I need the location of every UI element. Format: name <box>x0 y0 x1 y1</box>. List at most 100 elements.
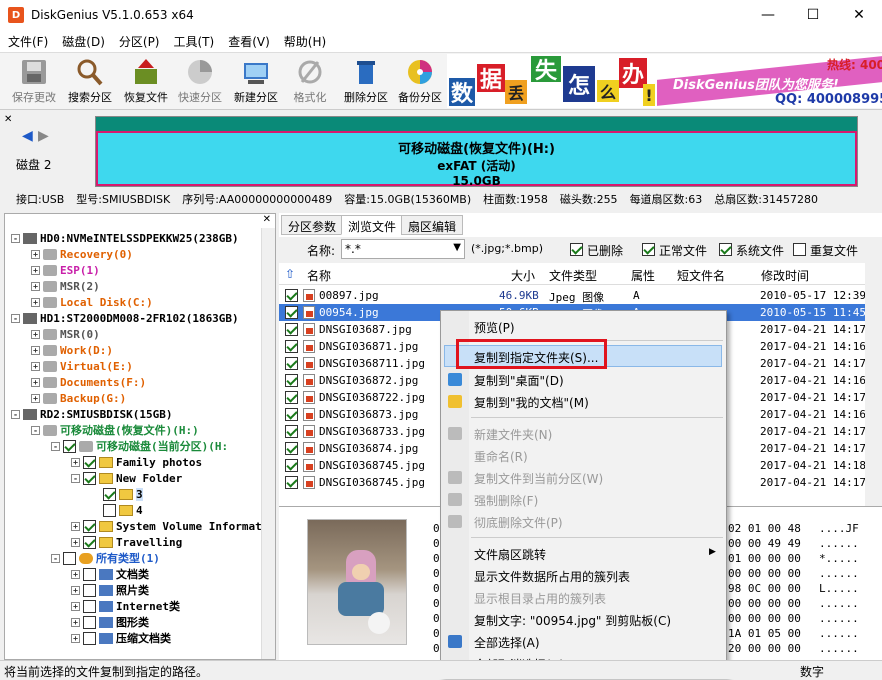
menu-item[interactable]: 文件扇区跳转 <box>474 546 546 563</box>
menu-item[interactable]: 强制删除(F) <box>474 492 538 509</box>
menu-item[interactable]: 复制到"我的文档"(M) <box>474 394 589 411</box>
col-attr[interactable]: 属性 <box>631 267 655 284</box>
file-row[interactable]: 00897.jpg 46.9KB Jpeg 图像 A 2010-05-17 12:39: <box>279 287 873 304</box>
tree-item[interactable]: + Work(D:) <box>31 342 113 358</box>
col-modified[interactable]: 修改时间 <box>761 267 809 284</box>
tree-checkbox[interactable] <box>83 471 96 485</box>
col-name[interactable]: 名称 <box>307 267 331 284</box>
backup-partition-button[interactable]: 备份分区 <box>392 57 448 109</box>
expand-icon[interactable]: + <box>31 329 40 339</box>
expand-icon[interactable]: + <box>31 265 40 275</box>
tree-item[interactable]: + 压缩文档类 <box>71 630 171 646</box>
expand-icon[interactable]: + <box>71 457 80 467</box>
search-partition-button[interactable]: 搜索分区 <box>62 57 118 109</box>
close-button[interactable]: ✕ <box>836 0 882 30</box>
menu-file[interactable]: 文件(F) <box>0 33 54 50</box>
close-tree-icon[interactable]: ✕ <box>263 214 271 225</box>
new-partition-button[interactable]: 新建分区 <box>228 57 284 109</box>
quick-partition-button[interactable]: 快速分区 <box>172 57 228 109</box>
menu-partition[interactable]: 分区(P) <box>111 33 166 50</box>
tree-item[interactable]: - 所有类型(1) <box>51 550 160 566</box>
file-list-scrollbar[interactable] <box>865 263 882 506</box>
tree-item[interactable]: + Internet类 <box>71 598 180 614</box>
tree-item[interactable]: + Virtual(E:) <box>31 358 133 374</box>
collapse-icon[interactable]: - <box>51 441 60 451</box>
format-button[interactable]: 格式化 <box>282 57 338 109</box>
tree-item[interactable]: + Documents(F:) <box>31 374 146 390</box>
tree-checkbox[interactable] <box>83 567 96 581</box>
file-checkbox[interactable] <box>285 408 298 421</box>
expand-icon[interactable]: + <box>31 297 40 307</box>
tree-checkbox[interactable] <box>83 519 96 533</box>
file-checkbox[interactable] <box>285 289 298 302</box>
tree-item[interactable]: 4 <box>91 502 143 518</box>
menu-item[interactable]: 重命名(R) <box>474 448 528 465</box>
tree-item[interactable]: - 可移动磁盘(恢复文件)(H:) <box>31 422 199 438</box>
tree-checkbox[interactable] <box>63 439 76 453</box>
deleted-checkbox[interactable] <box>570 243 583 256</box>
expand-icon[interactable]: + <box>71 601 80 611</box>
system-files-checkbox[interactable] <box>719 243 732 256</box>
menu-help[interactable]: 帮助(H) <box>276 33 332 50</box>
menu-item[interactable]: 预览(P) <box>474 319 515 336</box>
collapse-icon[interactable]: - <box>71 473 80 483</box>
name-filter-input[interactable]: *.* ▼ <box>341 239 465 259</box>
file-checkbox[interactable] <box>285 357 298 370</box>
menu-view[interactable]: 查看(V) <box>220 33 276 50</box>
expand-icon[interactable]: + <box>31 345 40 355</box>
tree-item[interactable]: + Recovery(0) <box>31 246 133 262</box>
tab-browse-files[interactable]: 浏览文件 <box>341 215 404 235</box>
recover-files-button[interactable]: 恢复文件 <box>118 57 174 109</box>
menu-disk[interactable]: 磁盘(D) <box>54 33 111 50</box>
file-checkbox[interactable] <box>285 323 298 336</box>
save-changes-button[interactable]: 保存更改 <box>6 57 62 109</box>
up-folder-icon[interactable]: ⇧ <box>285 267 295 281</box>
tree-item[interactable]: + MSR(0) <box>31 326 100 342</box>
file-checkbox[interactable] <box>285 442 298 455</box>
tab-sector-editor[interactable]: 扇区编辑 <box>401 215 464 235</box>
expand-icon[interactable]: + <box>31 281 40 291</box>
file-checkbox[interactable] <box>285 306 298 319</box>
file-checkbox[interactable] <box>285 425 298 438</box>
tree-checkbox[interactable] <box>83 615 96 629</box>
tree-checkbox[interactable] <box>83 455 96 469</box>
expand-icon[interactable]: + <box>71 617 80 627</box>
next-disk-button[interactable]: ▶ <box>38 128 49 144</box>
tree-item[interactable]: - 可移动磁盘(当前分区)(H: <box>51 438 228 454</box>
col-shortname[interactable]: 短文件名 <box>677 267 725 284</box>
menu-item[interactable]: 显示根目录占用的簇列表 <box>474 590 606 607</box>
prev-disk-button[interactable]: ◀ <box>22 128 33 144</box>
partition-block[interactable]: 可移动磁盘(恢复文件)(H:) exFAT (活动) 15.0GB <box>96 131 857 188</box>
expand-icon[interactable]: + <box>71 521 80 531</box>
tree-item[interactable]: + 照片类 <box>71 582 149 598</box>
menu-item[interactable]: 彻底删除文件(P) <box>474 514 563 531</box>
tree-item[interactable]: + Travelling <box>71 534 182 550</box>
minimize-button[interactable]: — <box>745 0 791 30</box>
tree-item[interactable]: + 图形类 <box>71 614 149 630</box>
col-size[interactable]: 大小 <box>511 267 535 284</box>
tree-item[interactable]: - HD1:ST2000DM008-2FR102(1863GB) <box>11 310 239 326</box>
expand-icon[interactable]: + <box>71 633 80 643</box>
menu-item[interactable]: 复制文件到当前分区(W) <box>474 470 603 487</box>
expand-icon[interactable]: + <box>31 361 40 371</box>
tree-checkbox[interactable] <box>83 535 96 549</box>
maximize-button[interactable]: ☐ <box>790 0 836 30</box>
file-checkbox[interactable] <box>285 340 298 353</box>
expand-icon[interactable]: + <box>31 377 40 387</box>
tree-scrollbar[interactable] <box>261 228 275 659</box>
collapse-icon[interactable]: - <box>51 553 60 563</box>
duplicate-files-checkbox[interactable] <box>793 243 806 256</box>
expand-icon[interactable]: + <box>71 585 80 595</box>
file-checkbox[interactable] <box>285 476 298 489</box>
tree-item[interactable]: - RD2:SMIUSBDISK(15GB) <box>11 406 172 422</box>
tree-item[interactable]: - New Folder <box>71 470 182 486</box>
tree-item[interactable]: + Backup(G:) <box>31 390 126 406</box>
tree-item[interactable]: - HD0:NVMeINTELSSDPEKKW25(238GB) <box>11 230 239 246</box>
tree-item[interactable]: 3 <box>91 486 143 502</box>
tree-item[interactable]: + MSR(2) <box>31 278 100 294</box>
file-checkbox[interactable] <box>285 374 298 387</box>
menu-item[interactable]: 全部选择(A) <box>474 634 540 651</box>
file-checkbox[interactable] <box>285 459 298 472</box>
tree-checkbox[interactable] <box>83 599 96 613</box>
tree-checkbox[interactable] <box>83 631 96 645</box>
